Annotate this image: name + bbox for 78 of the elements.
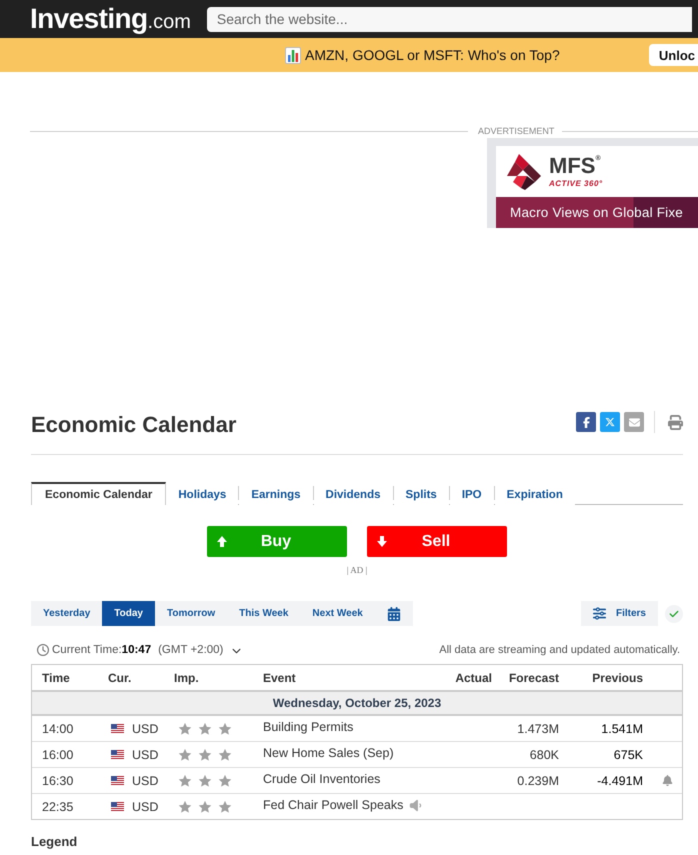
currency-code: USD <box>132 774 158 788</box>
brand-name: MFS$^{®}$ <box>549 155 602 177</box>
table-cell: 16:30 <box>42 774 74 788</box>
clock-icon <box>37 644 49 656</box>
current-time: 10:47 <box>122 644 152 656</box>
unlock-button[interactable]: Unloc <box>648 44 698 66</box>
us-flag-icon <box>111 750 124 759</box>
event-name[interactable]: Building Permits <box>263 720 354 734</box>
event-name[interactable]: Fed Chair Powell Speaks <box>263 798 404 812</box>
page-title: Economic Calendar <box>31 412 236 438</box>
us-flag-icon <box>111 776 124 785</box>
star-icon <box>178 774 192 788</box>
bell-icon[interactable] <box>662 775 673 786</box>
bar-chart-icon <box>285 46 301 64</box>
site-logo[interactable]: Investing.com <box>30 5 191 33</box>
check-icon <box>665 604 683 622</box>
table-cell: -4.491M <box>597 774 643 788</box>
star-icon <box>218 722 232 736</box>
calendar-icon[interactable] <box>386 606 401 620</box>
ad-label: | AD | <box>346 565 368 575</box>
facebook-icon[interactable] <box>576 412 596 432</box>
table-cell: 680K <box>530 748 559 762</box>
column-header: Cur. <box>108 670 132 684</box>
table-cell: 16:00 <box>42 748 74 762</box>
brand-tagline: ACTIVE 360° <box>549 179 603 188</box>
table-cell: 14:00 <box>42 722 74 736</box>
sliders-icon <box>592 607 606 620</box>
promo-text[interactable]: AMZN, GOOGL or MSFT: Who's on Top? <box>305 47 560 63</box>
star-icon <box>198 774 212 788</box>
star-icon <box>198 722 212 736</box>
star-icon <box>218 800 232 814</box>
table-cell: 1.473M <box>517 722 559 736</box>
down-arrow-icon <box>377 536 387 547</box>
star-icon <box>178 748 192 762</box>
star-icon <box>218 748 232 762</box>
table-cell: 675K <box>614 748 643 762</box>
star-icon <box>198 748 212 762</box>
us-flag-icon <box>111 802 124 811</box>
search-field[interactable]: Search the website... <box>206 6 692 32</box>
star-icon <box>178 722 192 736</box>
legend-heading: Legend <box>31 834 78 849</box>
ad-panel[interactable]: MFS$^{®}$ ACTIVE 360° Macro Views on Global Fixe <box>487 138 698 228</box>
period-tab[interactable]: Today <box>102 601 155 626</box>
currency-code: USD <box>132 748 158 762</box>
us-flag-icon <box>111 724 124 733</box>
period-tab[interactable]: Tomorrow <box>154 601 228 626</box>
x-logo-icon[interactable] <box>600 412 620 432</box>
sell-button[interactable]: Sell <box>367 526 507 557</box>
period-tab[interactable]: Yesterday <box>31 601 102 626</box>
streaming-note: All data are streaming and updated automatically. <box>439 644 680 656</box>
star-icon <box>218 774 232 788</box>
table-cell: 0.239M <box>517 774 559 788</box>
calendar-tab[interactable]: Economic Calendar <box>31 482 166 505</box>
period-tab[interactable]: Next Week <box>300 601 375 626</box>
event-name[interactable]: New Home Sales (Sep) <box>263 746 394 760</box>
currency-code: USD <box>132 722 158 736</box>
mail-icon[interactable] <box>624 412 644 432</box>
currency-code: USD <box>132 800 158 814</box>
event-name[interactable]: Crude Oil Inventories <box>263 772 380 786</box>
timezone-label[interactable]: (GMT +2:00) <box>158 644 224 656</box>
date-heading: Wednesday, October 25, 2023 <box>32 690 682 716</box>
column-header: Forecast <box>508 670 559 684</box>
current-time-label: Current Time: <box>52 644 122 656</box>
filters-button[interactable]: Filters <box>580 601 658 626</box>
print-icon[interactable] <box>668 414 683 430</box>
advertisement-label: ADVERTISEMENT <box>477 126 556 136</box>
column-header: Time <box>42 670 70 684</box>
column-header: Event <box>263 670 296 684</box>
table-cell: 22:35 <box>42 800 74 814</box>
column-header: Previous <box>592 670 643 684</box>
star-icon <box>198 800 212 814</box>
star-icon <box>178 800 192 814</box>
table-cell: 1.541M <box>601 722 643 736</box>
up-arrow-icon <box>217 536 227 547</box>
column-header: Actual <box>455 670 492 684</box>
period-tab[interactable]: This Week <box>227 601 300 626</box>
ad-headline: Macro Views on Global Fixe <box>510 205 684 220</box>
column-header: Imp. <box>174 670 199 684</box>
